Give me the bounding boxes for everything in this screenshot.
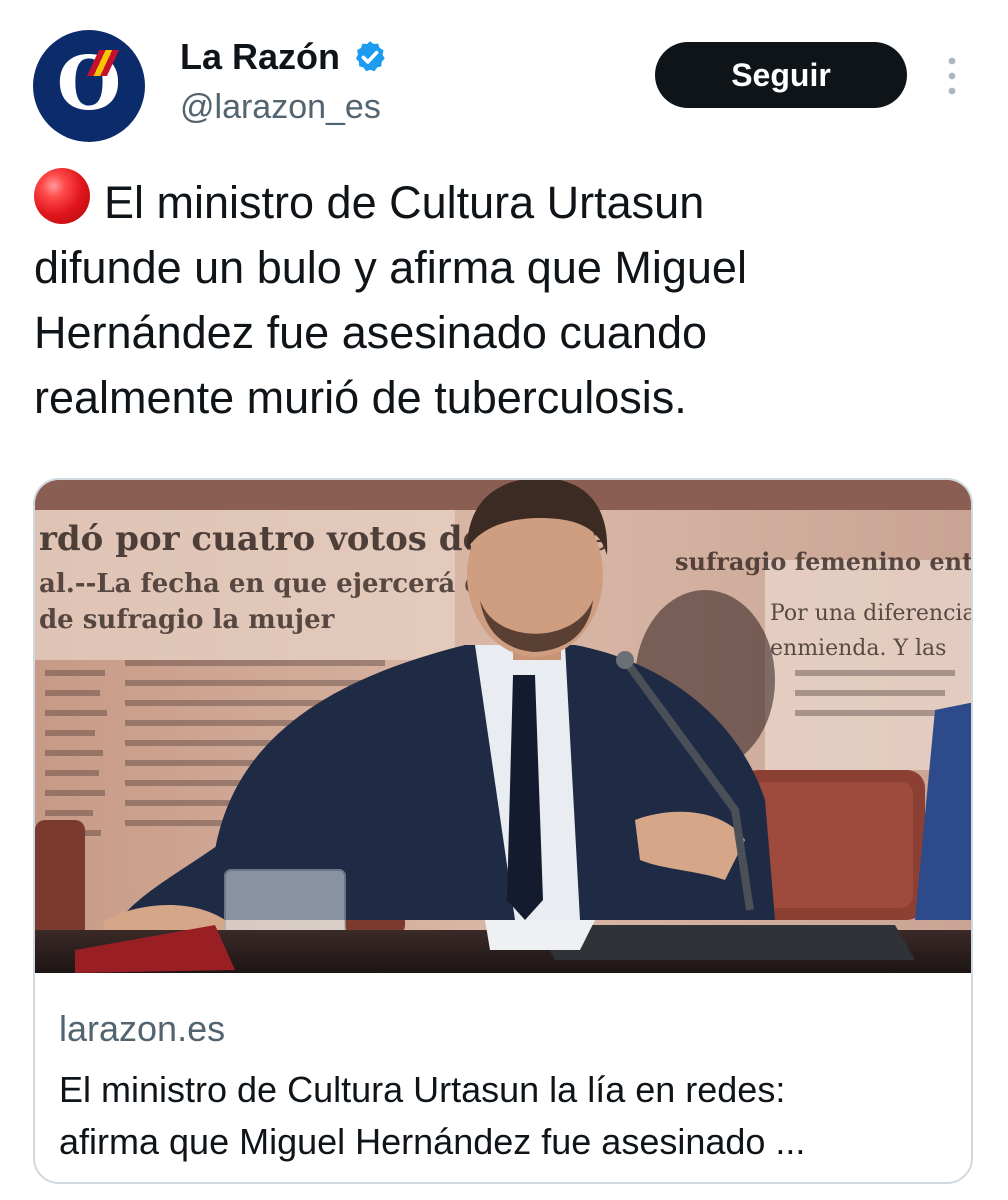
avatar[interactable]: O <box>33 30 145 142</box>
newspaper-text: Por una diferencia <box>770 601 973 626</box>
tweet-line: realmente murió de tuberculosis. <box>34 372 687 423</box>
newspaper-text: enmienda. Y las <box>770 636 946 661</box>
follow-button[interactable]: Seguir <box>655 42 907 108</box>
link-card-title-line: El ministro de Cultura Urtasun la lía en… <box>59 1069 786 1110</box>
tweet-line: Hernández fue asesinado cuando <box>34 307 708 358</box>
link-card-domain[interactable]: larazon.es <box>59 1008 225 1050</box>
more-options-icon[interactable] <box>940 54 964 98</box>
author-name-row: La Razón <box>180 36 388 78</box>
tweet-text: El ministro de Cultura Urtasun difunde u… <box>34 168 974 430</box>
author-display-name[interactable]: La Razón <box>180 36 340 78</box>
newspaper-text: de sufragio la mujer <box>39 605 335 635</box>
link-card-title[interactable]: El ministro de Cultura Urtasun la lía en… <box>59 1064 959 1168</box>
tweet-line: difunde un bulo y afirma que Miguel <box>34 242 747 293</box>
verified-badge-icon <box>355 41 385 72</box>
newspaper-text: al.--La fecha en que ejercerá el <box>39 569 491 599</box>
author-handle[interactable]: @larazon_es <box>180 88 381 127</box>
newspaper-text: sufragio femenino entre <box>675 547 973 576</box>
tweet-line: El ministro de Cultura Urtasun <box>34 168 974 235</box>
link-card-image[interactable]: rdó por cuatro votos de difere al.--La f… <box>35 480 973 973</box>
link-card[interactable]: rdó por cuatro votos de difere al.--La f… <box>33 478 973 1184</box>
red-circle-icon <box>34 168 90 224</box>
link-card-title-line: afirma que Miguel Hernández fue asesinad… <box>59 1121 806 1162</box>
